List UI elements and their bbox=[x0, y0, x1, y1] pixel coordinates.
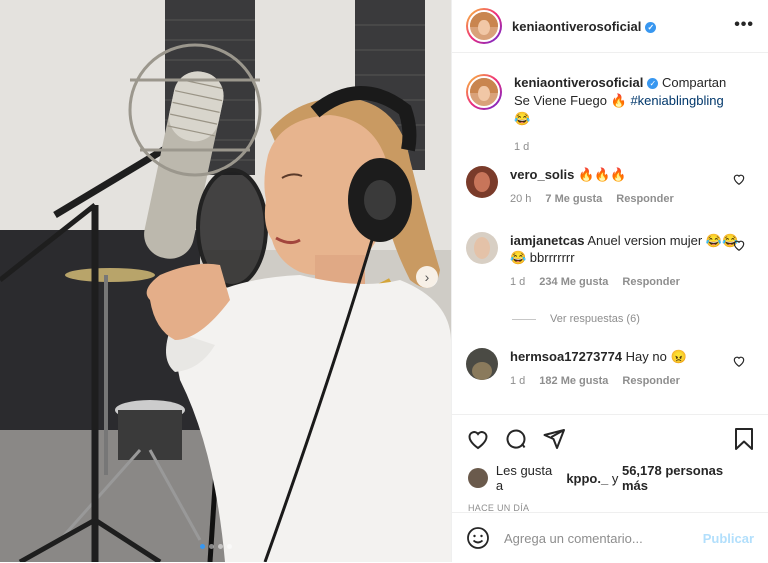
comment-username[interactable]: vero_solis bbox=[510, 167, 574, 182]
comment-item: iamjanetcas Anuel version mujer 😂😂😂 bbrr… bbox=[466, 232, 754, 291]
likes-mid: y bbox=[611, 470, 619, 486]
caption-time: 1 d bbox=[514, 141, 530, 153]
likes-summary: Les gusta a kppo._ y 56,178 personas más bbox=[452, 463, 768, 493]
action-bar bbox=[452, 415, 768, 463]
comment-time: 1 d bbox=[510, 276, 526, 288]
post-details-panel: keniaontiverosoficial ✓ ••• keniaontivero… bbox=[451, 0, 768, 562]
comment-bubble-icon[interactable] bbox=[504, 427, 528, 451]
comment-avatar[interactable] bbox=[466, 348, 498, 380]
author-avatar[interactable] bbox=[466, 8, 502, 44]
reply-button[interactable]: Responder bbox=[622, 373, 679, 390]
comment-time: 20 h bbox=[510, 193, 532, 205]
carousel-indicators bbox=[200, 544, 232, 549]
comment-likes[interactable]: 234 Me gusta bbox=[539, 274, 608, 291]
carousel-dot bbox=[200, 544, 205, 549]
post-photo[interactable]: › bbox=[0, 0, 451, 562]
caption-emoji: 😂 bbox=[514, 111, 531, 126]
view-replies-text[interactable]: Ver respuestas (6) bbox=[550, 313, 640, 325]
reply-button[interactable]: Responder bbox=[616, 191, 673, 208]
studio-photo bbox=[0, 0, 451, 562]
comments-section: keniaontiverosoficial ✓ Compartan Se Vien… bbox=[466, 60, 754, 387]
comment-text: 🔥🔥🔥 bbox=[577, 167, 627, 182]
comment-username[interactable]: iamjanetcas bbox=[510, 233, 584, 248]
post-actions-section: Les gusta a kppo._ y 56,178 personas más… bbox=[452, 414, 768, 513]
next-photo-button[interactable]: › bbox=[416, 266, 438, 288]
comment-likes[interactable]: 182 Me gusta bbox=[539, 373, 608, 390]
likes-count[interactable]: 56,178 personas más bbox=[622, 463, 752, 493]
bookmark-icon[interactable] bbox=[732, 427, 756, 451]
more-options-icon[interactable]: ••• bbox=[734, 16, 754, 34]
carousel-dot bbox=[218, 544, 223, 549]
author-username[interactable]: keniaontiverosoficial ✓ bbox=[512, 19, 657, 34]
comment-like-heart-icon[interactable] bbox=[732, 238, 746, 252]
add-comment-bar: Agrega un comentario... Publicar bbox=[452, 512, 768, 563]
caption-avatar[interactable] bbox=[466, 74, 502, 110]
view-replies-button[interactable]: Ver respuestas (6) bbox=[512, 313, 640, 325]
liker-username[interactable]: kppo._ bbox=[566, 471, 608, 486]
comment-likes[interactable]: 7 Me gusta bbox=[545, 191, 602, 208]
verified-icon: ✓ bbox=[645, 21, 657, 33]
post-caption: keniaontiverosoficial ✓ Compartan Se Vien… bbox=[466, 74, 754, 156]
comment-item: hermsoa17273774 Hay no 😠 1 d 182 Me gust… bbox=[466, 348, 754, 390]
author-username-text[interactable]: keniaontiverosoficial bbox=[512, 19, 641, 34]
like-heart-icon[interactable] bbox=[466, 427, 490, 451]
comment-username[interactable]: hermsoa17273774 bbox=[510, 349, 622, 364]
instagram-post: › keniaontiverosoficial ✓ ••• keniaontiv… bbox=[0, 0, 768, 562]
emoji-smile-icon[interactable] bbox=[466, 526, 490, 550]
likes-prefix: Les gusta a bbox=[495, 463, 553, 493]
comment-item: vero_solis 🔥🔥🔥 20 h 7 Me gusta Responder bbox=[466, 166, 754, 208]
publish-button[interactable]: Publicar bbox=[703, 531, 754, 546]
share-send-icon[interactable] bbox=[542, 427, 566, 451]
caption-hashtag[interactable]: #keniablingbling bbox=[630, 93, 723, 108]
comment-like-heart-icon[interactable] bbox=[732, 172, 746, 186]
carousel-dot bbox=[209, 544, 214, 549]
reply-button[interactable]: Responder bbox=[622, 274, 679, 291]
comment-text: Hay no 😠 bbox=[625, 349, 687, 364]
carousel-dot bbox=[227, 544, 232, 549]
chevron-right-icon: › bbox=[424, 269, 430, 285]
comment-avatar[interactable] bbox=[466, 166, 498, 198]
comment-time: 1 d bbox=[510, 375, 526, 387]
comment-like-heart-icon[interactable] bbox=[732, 354, 746, 368]
caption-username[interactable]: keniaontiverosoficial bbox=[514, 75, 643, 90]
comment-avatar[interactable] bbox=[466, 232, 498, 264]
liker-avatar[interactable] bbox=[468, 468, 488, 488]
post-header: keniaontiverosoficial ✓ ••• bbox=[452, 0, 768, 53]
comment-input[interactable]: Agrega un comentario... bbox=[504, 531, 703, 546]
verified-icon: ✓ bbox=[647, 78, 659, 89]
post-time-ago[interactable]: HACE UN DÍA bbox=[452, 493, 768, 513]
